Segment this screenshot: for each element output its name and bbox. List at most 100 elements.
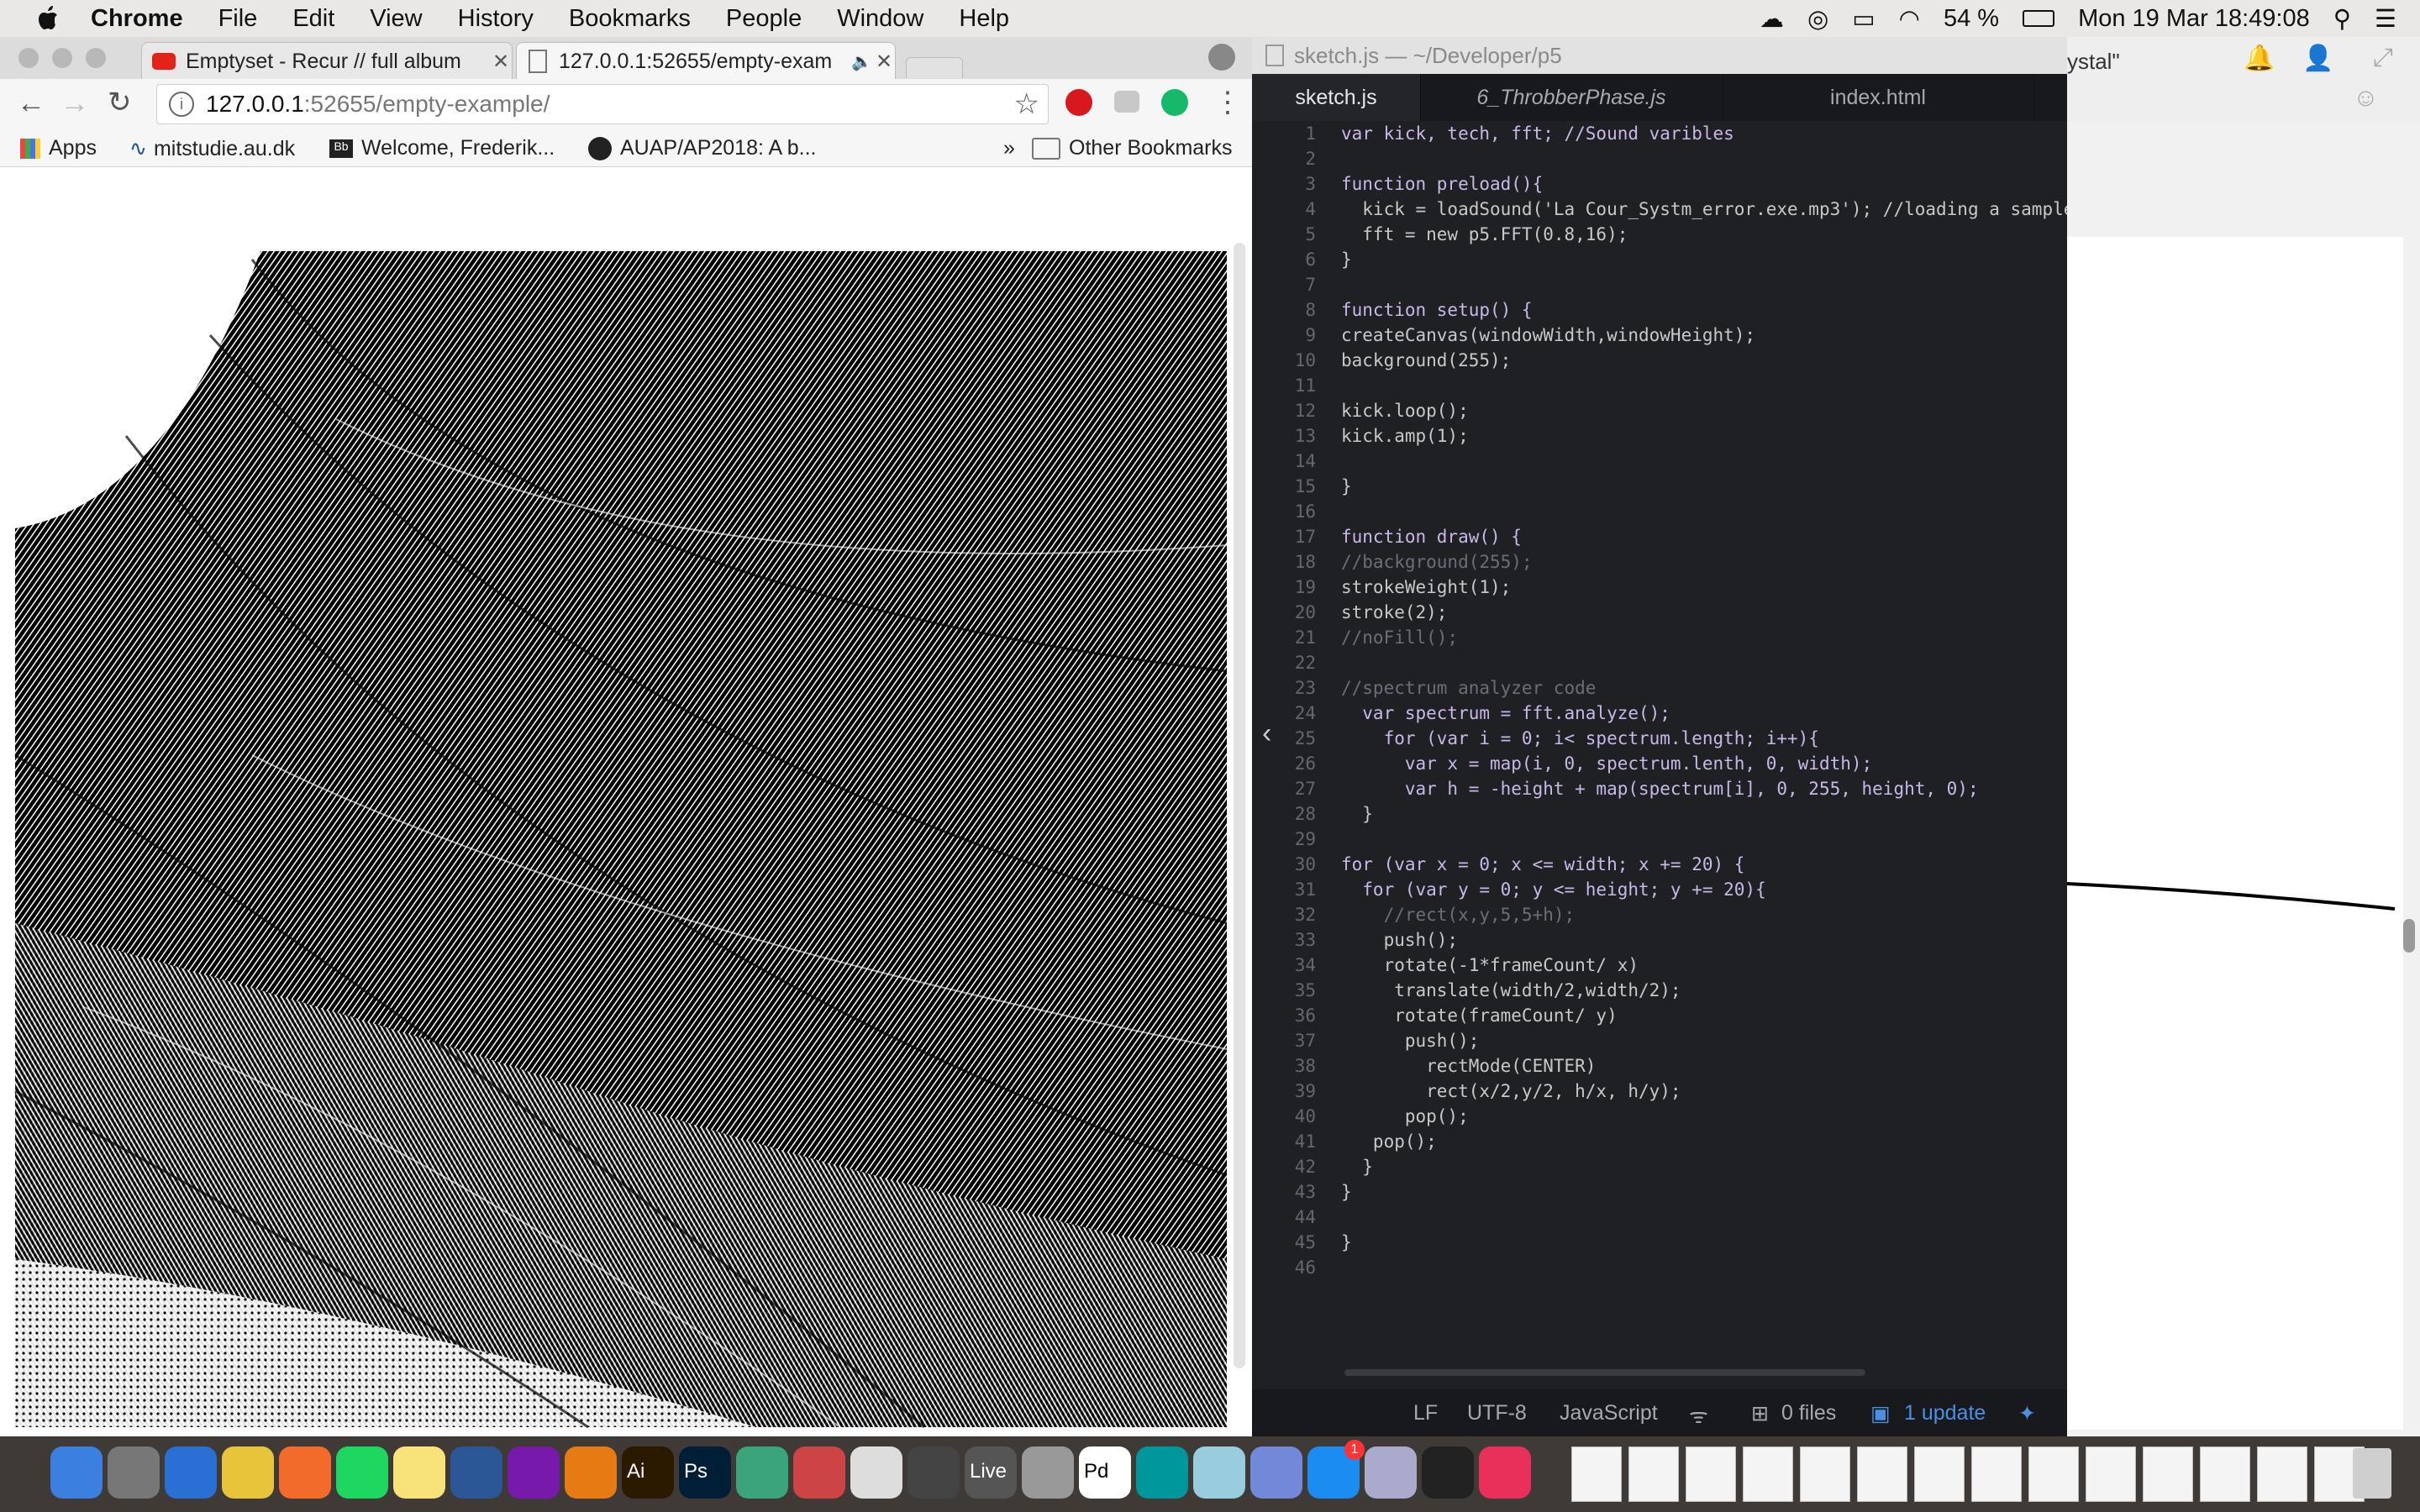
code-line[interactable]: kick.loop(); [1341,398,1469,423]
apple-menu-icon[interactable] [32,2,66,35]
bookmark-auap[interactable]: AUAP/AP2018: A b... [588,136,816,160]
p5-canvas[interactable] [0,167,1252,1436]
close-tab-icon[interactable]: ✕ [490,50,512,74]
code-line[interactable]: } [1341,474,1352,499]
tab-youtube[interactable]: Emptyset - Recur // full album ✕ [141,42,513,80]
code-line[interactable]: for (var i = 0; i< spectrum.length; i++)… [1341,726,1819,751]
firefox-icon[interactable] [279,1446,331,1499]
menu-view[interactable]: View [370,5,422,33]
git-files-icon[interactable]: ⊞ [1751,1401,1769,1426]
battery-icon[interactable] [2023,10,2055,27]
new-tab-button[interactable] [906,57,963,78]
profile-icon[interactable] [1208,44,1235,71]
grammar-selector[interactable]: JavaScript [1560,1401,1658,1425]
code-editor[interactable]: 1 var kick, tech, fft; //Sound varibles 2 3… [1252,121,2067,1406]
code-line[interactable]: var h = -height + map(spectrum[i], 0, 25… [1341,776,1979,801]
cloud-upload-icon[interactable]: ☁ [1760,4,1784,34]
code-line[interactable]: function preload(){ [1341,171,1543,197]
system-preferences-icon[interactable] [108,1446,160,1499]
activity-monitor-icon[interactable] [1422,1446,1474,1499]
arduino-icon[interactable] [1136,1446,1188,1499]
minimized-document[interactable] [1857,1446,1907,1502]
atom-icon[interactable] [736,1446,788,1499]
code-line[interactable]: var spectrum = fft.analyze(); [1341,701,1670,726]
code-line[interactable]: rect(x/2,y/2, h/x, h/y); [1341,1079,1681,1104]
chrome-icon[interactable] [222,1446,274,1499]
scroll-thumb[interactable] [2403,919,2415,953]
code-line[interactable]: function draw() { [1341,524,1522,549]
code-line[interactable]: pop(); [1341,1104,1469,1129]
speaker-icon[interactable]: 🔈 [851,51,873,72]
menu-bookmarks[interactable]: Bookmarks [569,5,691,33]
expand-icon[interactable]: ⤢ [2373,44,2393,72]
editor-horizontal-scrollbar[interactable] [1344,1369,1865,1376]
menu-file[interactable]: File [218,5,258,33]
code-line[interactable]: //rect(x,y,5,5+h); [1341,902,1576,927]
add-user-icon[interactable]: 👤 [2302,44,2333,73]
code-line[interactable]: createCanvas(windowWidth,windowHeight); [1341,323,1755,348]
line-ending[interactable]: LF [1413,1401,1438,1425]
file-encoding[interactable]: UTF-8 [1467,1401,1527,1425]
code-line[interactable]: kick = loadSound('La Cour_Systm_error.ex… [1341,197,2067,222]
trash-icon[interactable] [2353,1448,2391,1499]
code-line[interactable]: strokeWeight(1); [1341,575,1511,600]
code-line[interactable]: background(255); [1341,348,1511,373]
menu-app-name[interactable]: Chrome [91,5,183,33]
forward-icon[interactable]: → [60,87,89,120]
bookmark-apps[interactable]: Apps [20,136,97,160]
menu-help[interactable]: Help [959,5,1009,33]
code-line[interactable]: } [1341,247,1352,272]
address-bar[interactable]: i 127.0.0.1 :52655/empty-example/ ☆ [156,84,1049,124]
code-line[interactable]: for (var x = 0; x <= width; x += 20) { [1341,852,1744,877]
menu-history[interactable]: History [458,5,534,33]
processing-icon[interactable] [793,1446,845,1499]
collapse-panel-icon[interactable]: ‹ [1262,717,1271,750]
itunes-icon[interactable] [1479,1446,1531,1499]
minimized-document[interactable] [1800,1446,1850,1502]
code-line[interactable]: for (var y = 0; y <= height; y += 20){ [1341,877,1765,902]
minimize-window-button[interactable] [52,48,72,68]
minimized-document[interactable] [1571,1446,1622,1502]
minimized-document[interactable] [1628,1446,1679,1502]
bookmark-welcome[interactable]: Bb Welcome, Frederik... [329,136,555,160]
code-line[interactable]: } [1341,1230,1352,1255]
code-line[interactable]: //background(255); [1341,549,1533,575]
spotify-icon[interactable] [336,1446,388,1499]
safari-icon[interactable] [165,1446,217,1499]
close-tab-icon[interactable]: ✕ [873,50,895,74]
menu-people[interactable]: People [726,5,802,33]
menu-window[interactable]: Window [837,5,923,33]
code-line[interactable]: var x = map(i, 0, spectrum.lenth, 0, wid… [1341,751,1872,776]
code-line[interactable]: push(); [1341,1028,1480,1053]
code-line[interactable]: kick.amp(1); [1341,423,1469,449]
broadcast-icon[interactable]: ᯤ [1689,1401,1708,1430]
clock[interactable]: Mon 19 Mar 18:49:08 [2078,5,2310,33]
adblock-icon[interactable] [1065,89,1092,116]
minimized-document[interactable] [1686,1446,1736,1502]
reload-icon[interactable]: ↻ [108,86,132,119]
code-line[interactable]: //spectrum analyzer code [1341,675,1596,701]
code-line[interactable]: rotate(frameCount/ y) [1341,1003,1618,1028]
code-line[interactable]: stroke(2); [1341,600,1447,625]
spotlight-icon[interactable]: ⚲ [2333,4,2351,34]
finder-icon[interactable] [50,1446,103,1499]
battery-percent[interactable]: 54 % [1944,5,1999,33]
bookmark-other[interactable]: Other Bookmarks [1032,136,1233,160]
squirrel-icon[interactable]: ✦ [2018,1401,2036,1426]
sequence-icon[interactable] [850,1446,902,1499]
bookmark-mitstudie[interactable]: ∿ mitstudie.au.dk [129,136,295,161]
code-line[interactable]: function setup() { [1341,297,1533,323]
git-files-count[interactable]: 0 files [1781,1401,1836,1425]
airplay-icon[interactable]: ▭ [1852,4,1875,34]
tab-throbber-js[interactable]: 6_ThrobberPhase.js [1420,74,1723,121]
code-line[interactable]: } [1341,801,1373,827]
vertical-scrollbar[interactable] [1234,243,1245,1368]
tab-localhost[interactable]: 127.0.0.1:52655/empty-exam 🔈 ✕ [516,42,896,80]
bell-icon[interactable]: 🔔 [2244,44,2275,73]
minimized-document[interactable] [1971,1446,2022,1502]
minimized-document[interactable] [1914,1446,1965,1502]
code-line[interactable]: pop(); [1341,1129,1437,1154]
minimized-document[interactable] [2143,1446,2193,1502]
notes-icon[interactable] [393,1446,445,1499]
code-line[interactable]: rectMode(CENTER) [1341,1053,1596,1079]
